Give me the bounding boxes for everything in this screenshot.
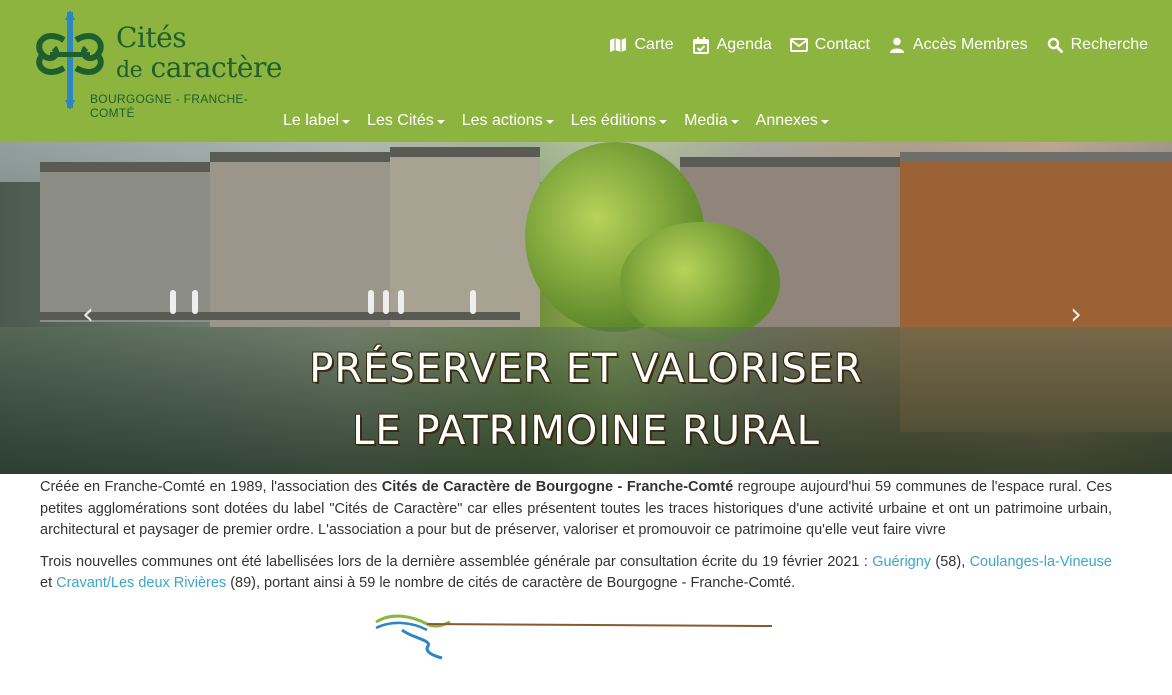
main-navigation: Le label Les Cités Les actions Les éditi… [283, 112, 829, 130]
caret-down-icon [342, 120, 351, 124]
hero-building [210, 152, 390, 327]
topnav-carte[interactable]: Carte [609, 36, 674, 54]
logo-subtitle: de caractère [116, 54, 282, 85]
caret-down-icon [659, 120, 668, 124]
top-navigation: Carte Agenda Contact Accès Membres Reche… [609, 36, 1148, 54]
hero-caption: PRÉSERVER ET VALORISER LE PATRIMOINE RUR… [0, 338, 1172, 462]
hero-building [390, 147, 540, 327]
hero-person [368, 290, 374, 314]
menu-les-editions[interactable]: Les éditions [570, 112, 668, 130]
hero-tree [620, 222, 780, 342]
menu-les-editions-text: Les éditions [570, 112, 657, 129]
news-text-a: (58), [931, 553, 970, 570]
hero-person [192, 290, 198, 314]
map-icon [609, 36, 627, 54]
caret-down-icon [730, 120, 739, 124]
hero-person [383, 290, 389, 314]
link-guerigny[interactable]: Guérigny [872, 554, 931, 570]
menu-annexes-text: Annexes [755, 112, 818, 129]
topnav-agenda[interactable]: Agenda [692, 36, 772, 54]
menu-le-label-text: Le label [283, 112, 340, 129]
topnav-acces-membres[interactable]: Accès Membres [888, 36, 1028, 54]
logo-subtitle-prefix: de [116, 58, 143, 83]
caret-down-icon [545, 120, 554, 124]
news-paragraph: Trois nouvelles communes ont été labelli… [40, 552, 1112, 595]
hero-footbridge [40, 312, 520, 320]
link-coulanges-la-vineuse[interactable]: Coulanges-la-Vineuse [970, 554, 1112, 570]
menu-les-actions[interactable]: Les actions [462, 112, 554, 130]
news-text-end: (89), portant ainsi à 59 le nombre de ci… [226, 575, 796, 591]
hero-caption-line2: LE PATRIMOINE RURAL [352, 408, 820, 454]
intro-paragraph: Créée en Franche-Comté en 1989, l'associ… [40, 477, 1112, 542]
menu-les-cites[interactable]: Les Cités [367, 112, 445, 130]
topnav-contact[interactable]: Contact [789, 36, 870, 54]
menu-media[interactable]: Media [684, 112, 739, 130]
topnav-agenda-label: Agenda [716, 36, 772, 53]
menu-le-label[interactable]: Le label [283, 112, 351, 130]
hero-carousel: ‹ › PRÉSERVER ET VALORISER LE PATRIMOINE… [0, 142, 1172, 474]
topnav-contact-label: Contact [814, 36, 870, 53]
logo-region: BOURGOGNE - FRANCHE-COMTÉ [90, 92, 249, 120]
hero-person [398, 290, 404, 314]
logo-subtitle-main: caractère [150, 51, 283, 84]
topnav-carte-label: Carte [634, 36, 674, 53]
news-text-start: Trois nouvelles communes ont été labelli… [40, 553, 873, 570]
menu-annexes[interactable]: Annexes [756, 112, 829, 130]
caret-down-icon [820, 120, 829, 124]
hero-caption-line1: PRÉSERVER ET VALORISER [309, 346, 863, 392]
intro-content: Créée en Franche-Comté en 1989, l'associ… [40, 477, 1112, 605]
topnav-recherche-label: Recherche [1070, 36, 1148, 53]
topnav-recherche[interactable]: Recherche [1046, 36, 1148, 54]
menu-les-actions-text: Les actions [461, 112, 543, 129]
calendar-check-icon [692, 36, 710, 54]
carousel-prev-button[interactable]: ‹ [82, 300, 102, 330]
hero-person [170, 290, 176, 314]
site-header: Cités de caractère BOURGOGNE - FRANCHE-C… [0, 0, 1172, 142]
carousel-next-button[interactable]: › [1070, 300, 1090, 330]
hero-building [40, 162, 210, 322]
site-logo[interactable]: Cités de caractère BOURGOGNE - FRANCHE-C… [30, 10, 290, 120]
envelope-icon [789, 36, 808, 54]
caret-down-icon [436, 120, 445, 124]
intro-association-name: Cités de Caractère de Bourgogne - Franch… [381, 479, 734, 495]
menu-media-text: Media [684, 112, 728, 129]
user-icon [888, 36, 906, 54]
decorative-divider [375, 614, 773, 660]
logo-title: Cités [116, 21, 187, 54]
search-icon [1046, 36, 1064, 54]
menu-les-cites-text: Les Cités [367, 112, 434, 129]
intro-text-start: Créée en Franche-Comté en 1989, l'associ… [40, 479, 382, 495]
news-text-b: et [40, 575, 57, 591]
hero-person [470, 290, 476, 314]
link-cravant-les-deux-rivieres[interactable]: Cravant/Les deux Rivières [56, 575, 226, 591]
topnav-acces-membres-label: Accès Membres [912, 36, 1028, 53]
